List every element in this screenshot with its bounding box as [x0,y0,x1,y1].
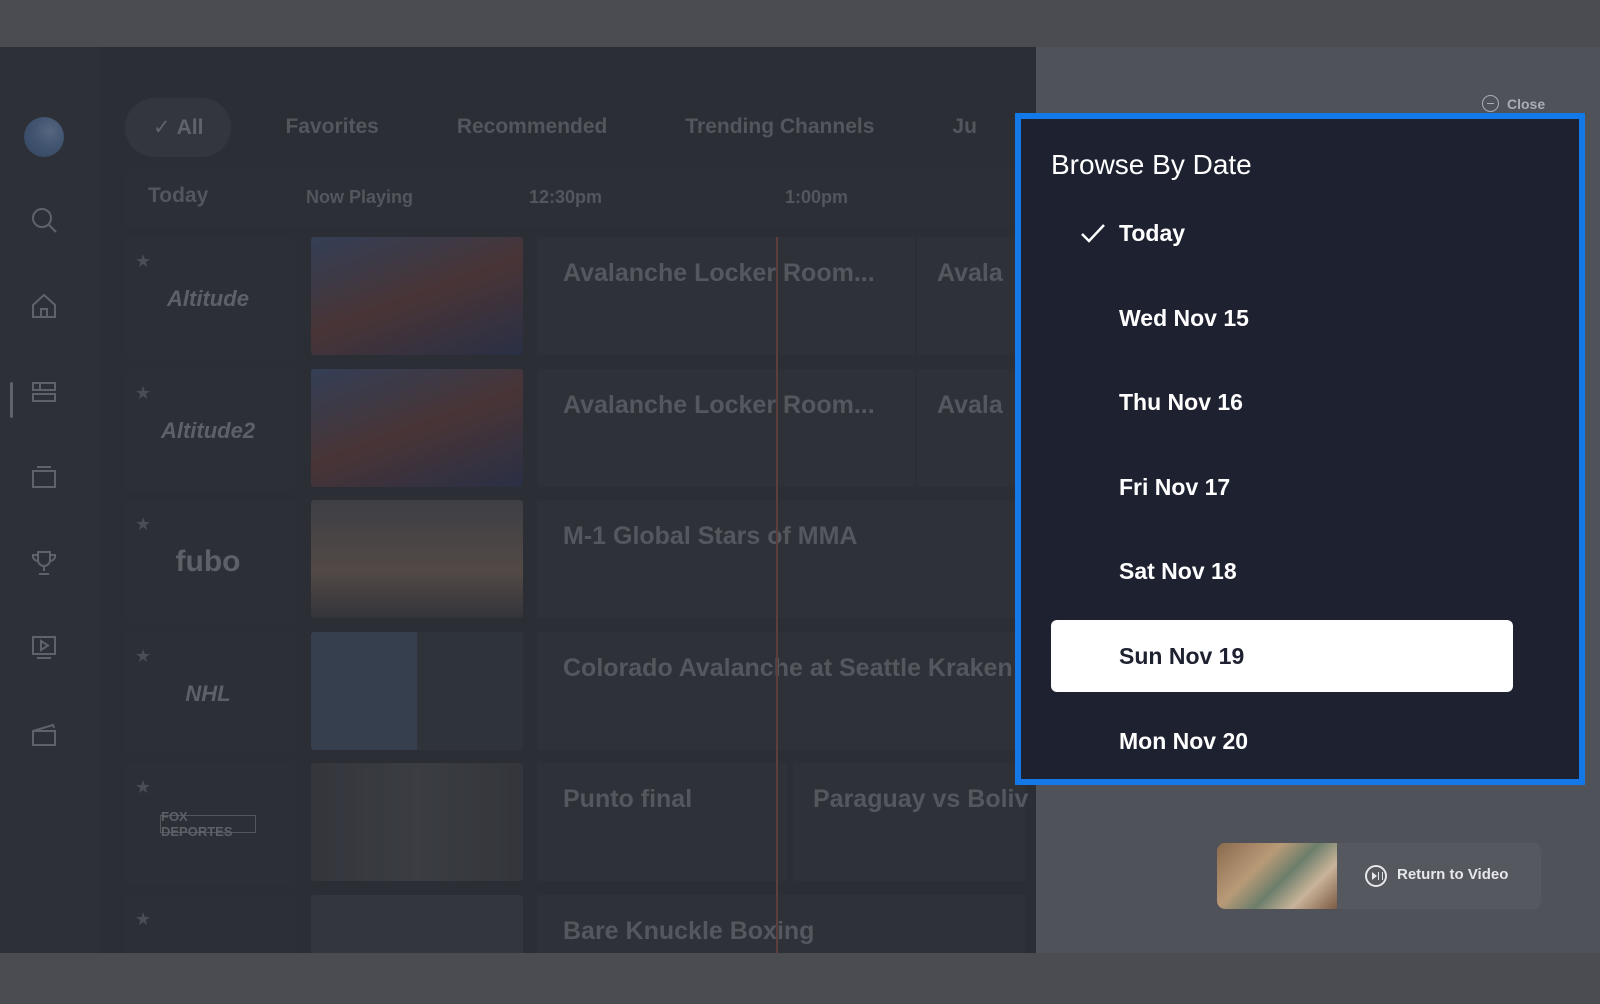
program-cell[interactable]: Avala [917,369,1025,487]
guide-icon[interactable] [24,372,64,412]
program-title: Punto final [563,785,693,813]
close-label: Close [1507,95,1546,112]
time-slot-2: 1:00pm [785,187,849,207]
star-icon[interactable]: ★ [135,909,151,930]
program-thumbnail[interactable] [311,500,523,618]
tv-icon[interactable] [24,457,64,497]
program-title: Avalanche Locker Room... [563,259,875,287]
tab-label: All [176,115,204,139]
nav-active-indicator [10,382,13,418]
guide-app: ✓ All Favorites Recommended Trending Chan… [0,47,1036,953]
channel-row: ★ fubo M-1 Global Stars of MMA [125,500,1025,622]
date-option[interactable]: Wed Nov 15 [1051,282,1513,354]
current-time-line [776,237,778,953]
channel-row: ★ Altitude2 Avalanche Locker Room... Ava… [125,369,1025,491]
date-option[interactable]: Sat Nov 18 [1051,535,1513,607]
program-cell[interactable]: Avala [917,237,1025,355]
return-to-video-button[interactable]: Return to Video [1217,843,1541,909]
program-thumbnail[interactable] [311,632,523,750]
tab-recommended[interactable]: Recommended [457,115,608,139]
channel-cell[interactable]: ★ fubo [125,500,295,622]
tab-all[interactable]: ✓ All [125,97,232,157]
screen: ✓ All Favorites Recommended Trending Chan… [0,0,1600,1004]
program-title: Avalanche Locker Room... [563,391,875,419]
video-thumbnail [1217,843,1337,909]
date-option[interactable]: Mon Nov 20 [1051,705,1513,777]
date-label: Today [1119,219,1186,246]
date-option-selected[interactable]: Sun Nov 19 [1051,620,1513,692]
date-option[interactable]: Thu Nov 16 [1051,366,1513,438]
channel-cell[interactable]: ★ Altitude [125,237,295,359]
channel-cell[interactable]: ★ [125,895,295,953]
sidebar [0,47,100,953]
channel-cell[interactable]: ★ FOX DEPORTES [125,763,295,885]
return-to-video-label: Return to Video [1397,866,1509,883]
check-icon [1079,221,1107,245]
movie-icon[interactable] [24,714,64,754]
program-thumbnail[interactable] [311,237,523,355]
home-icon[interactable] [24,286,64,326]
tab-partial[interactable]: Ju [952,115,977,139]
time-header: Today Now Playing 12:30pm 1:00pm [125,169,1025,227]
avatar[interactable] [24,117,64,157]
program-cell[interactable]: Punto final [537,763,787,881]
star-icon[interactable]: ★ [135,514,151,535]
channel-logo: FOX DEPORTES [160,809,256,839]
check-icon: ✓ [153,115,171,139]
program-title: Paraguay vs Boliv [813,785,1029,813]
program-thumbnail[interactable] [311,763,523,881]
panel-title: Browse By Date [1051,149,1252,180]
now-playing-label: Now Playing [306,187,414,207]
program-title: Avala [937,259,1003,287]
channel-cell[interactable]: ★ Altitude2 [125,369,295,491]
date-option[interactable]: Fri Nov 17 [1051,451,1513,523]
program-cell[interactable]: Bare Knuckle Boxing [537,895,1025,953]
program-thumbnail[interactable] [311,369,523,487]
channel-row: ★ Bare Knuckle Boxing [125,895,1025,953]
channel-row: ★ FOX DEPORTES Punto final Paraguay vs B… [125,763,1029,885]
date-label: Sat Nov 18 [1119,557,1237,584]
day-label[interactable]: Today [148,184,208,208]
channel-logo: fubo [175,545,241,578]
date-label: Mon Nov 20 [1119,727,1249,754]
tab-favorites[interactable]: Favorites [285,115,378,139]
date-label: Thu Nov 16 [1119,388,1243,415]
filter-tabs: ✓ All Favorites Recommended Trending Chan… [125,97,1036,157]
browse-by-date-panel: Browse By Date Today Wed Nov 15 Thu Nov … [1015,113,1585,785]
close-button[interactable]: Close [1482,95,1545,112]
date-option-today[interactable]: Today [1051,197,1513,269]
program-thumbnail[interactable] [311,895,523,953]
pause-play-icon [1365,865,1387,887]
program-title: Colorado Avalanche at Seattle Kraken [563,654,1013,682]
channel-logo: Altitude2 [160,418,256,443]
program-cell[interactable]: Colorado Avalanche at Seattle Kraken [537,632,1025,750]
program-cell[interactable]: Paraguay vs Boliv [793,763,1029,881]
play-icon[interactable] [24,627,64,667]
program-title: Avala [937,391,1003,419]
channel-row: ★ NHL Colorado Avalanche at Seattle Krak… [125,632,1025,754]
close-icon [1482,95,1499,112]
channel-cell[interactable]: ★ NHL [125,632,295,754]
time-slot-1: 12:30pm [529,187,603,207]
program-title: M-1 Global Stars of MMA [563,522,858,550]
tab-trending-channels[interactable]: Trending Channels [685,115,874,139]
star-icon[interactable]: ★ [135,777,151,798]
program-cell[interactable]: M-1 Global Stars of MMA [537,500,1025,618]
date-label: Wed Nov 15 [1119,304,1249,331]
program-cell[interactable]: Avalanche Locker Room... [537,237,915,355]
star-icon[interactable]: ★ [135,383,151,404]
date-label: Sun Nov 19 [1119,642,1245,669]
channel-logo: NHL [185,681,231,706]
channel-logo: Altitude [167,286,249,311]
program-cell[interactable]: Avalanche Locker Room... [537,369,915,487]
date-label: Fri Nov 17 [1119,473,1231,500]
channel-row: ★ Altitude Avalanche Locker Room... Aval… [125,237,1025,359]
star-icon[interactable]: ★ [135,251,151,272]
trophy-icon[interactable] [24,543,64,583]
star-icon[interactable]: ★ [135,646,151,667]
search-icon[interactable] [24,200,64,240]
